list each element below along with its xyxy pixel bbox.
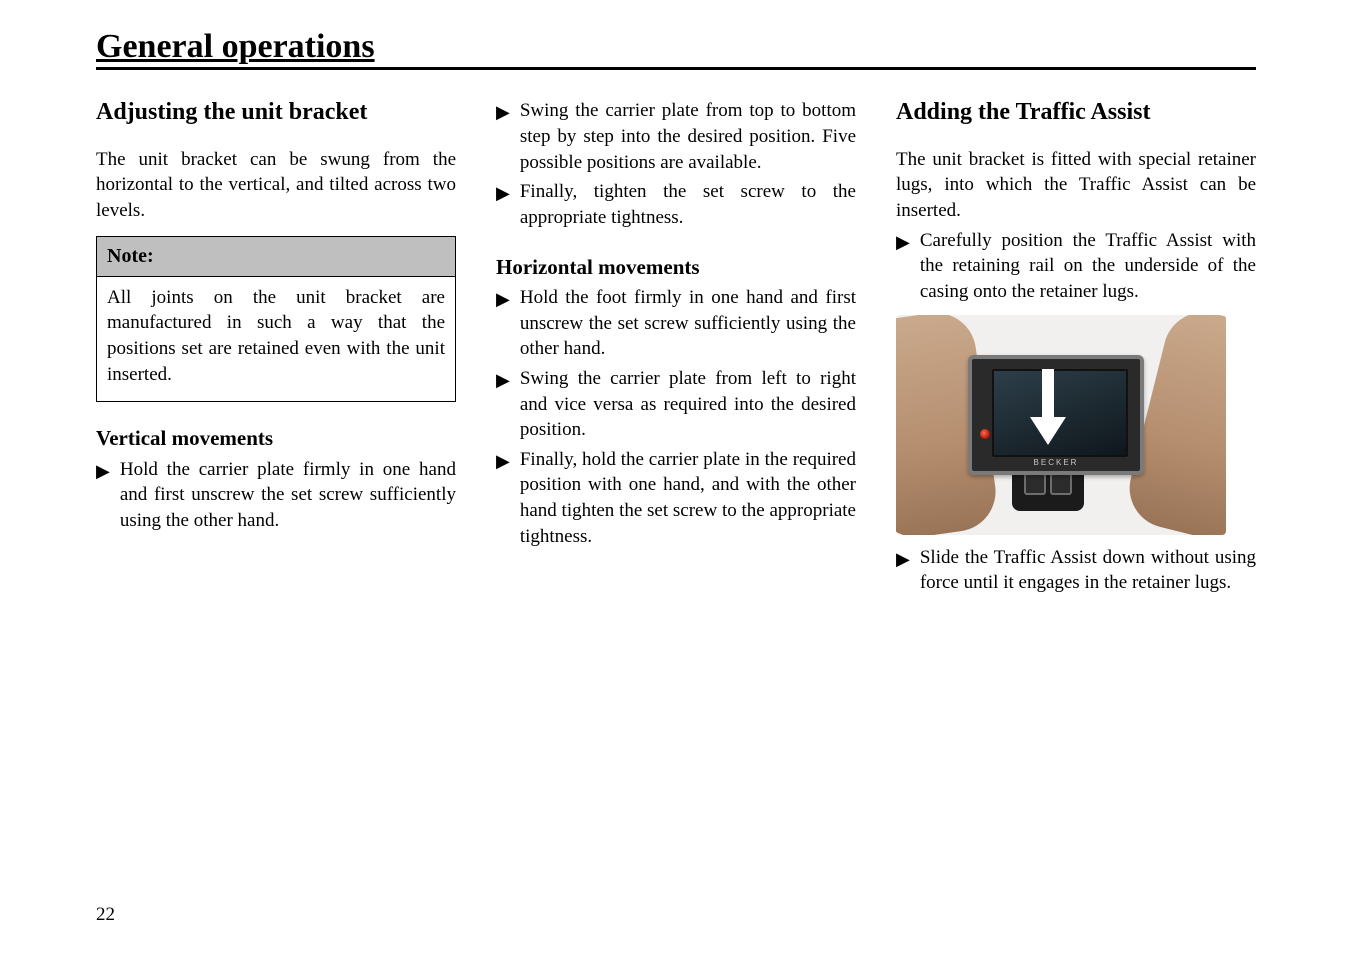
column-3: Adding the Traffic Assist The unit brack… <box>896 96 1256 600</box>
vertical-step-2: Swing the carrier plate from top to bott… <box>520 98 856 175</box>
vertical-step-1: Hold the carrier plate firmly in one han… <box>120 457 456 534</box>
device-screen <box>992 369 1128 457</box>
device-brand-label: BECKER <box>972 458 1140 469</box>
traffic-assist-device: BECKER <box>968 355 1144 475</box>
heading-adjusting-bracket: Adjusting the unit bracket <box>96 96 456 128</box>
intro-paragraph: The unit bracket can be swung from the h… <box>96 147 456 224</box>
play-bullet-icon: ▶ <box>496 179 510 230</box>
column-1: Adjusting the unit bracket The unit brac… <box>96 96 456 600</box>
page-number: 22 <box>96 904 115 926</box>
play-bullet-icon: ▶ <box>496 98 510 175</box>
horizontal-step-2: Swing the carrier plate from left to rig… <box>520 366 856 443</box>
mounting-photo: BECKER <box>896 315 1226 535</box>
heading-adding-traffic-assist: Adding the Traffic Assist <box>896 96 1256 128</box>
play-bullet-icon: ▶ <box>896 228 910 305</box>
play-bullet-icon: ▶ <box>496 285 510 362</box>
note-body: All joints on the unit bracket are manuf… <box>97 277 455 402</box>
column-2: ▶ Swing the carrier plate from top to bo… <box>496 96 856 600</box>
play-bullet-icon: ▶ <box>496 366 510 443</box>
note-label: Note: <box>97 237 455 277</box>
power-led-icon <box>980 429 990 439</box>
note-box: Note: All joints on the unit bracket are… <box>96 236 456 403</box>
horizontal-step-1: Hold the foot firmly in one hand and fir… <box>520 285 856 362</box>
vertical-step-3: Finally, tighten the set screw to the ap… <box>520 179 856 230</box>
traffic-assist-step-2: Slide the Traffic Assist down without us… <box>920 545 1256 596</box>
play-bullet-icon: ▶ <box>896 545 910 596</box>
heading-horizontal-movements: Horizontal movements <box>496 253 856 281</box>
horizontal-step-3: Finally, hold the carrier plate in the r… <box>520 447 856 550</box>
heading-vertical-movements: Vertical movements <box>96 424 456 452</box>
traffic-assist-step-1: Carefully position the Traffic Assist wi… <box>920 228 1256 305</box>
traffic-assist-intro: The unit bracket is fitted with special … <box>896 147 1256 224</box>
page-title: General operations <box>96 28 375 65</box>
play-bullet-icon: ▶ <box>496 447 510 550</box>
play-bullet-icon: ▶ <box>96 457 110 534</box>
